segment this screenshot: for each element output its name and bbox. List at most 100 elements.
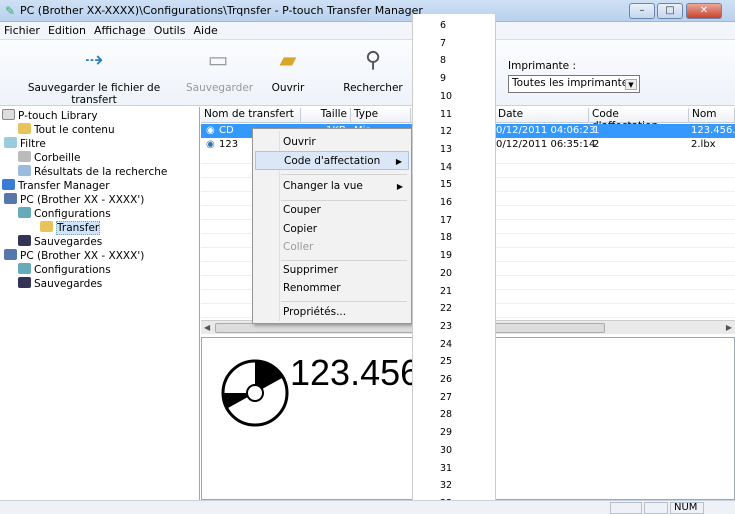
submenu-item-32[interactable]: 32	[440, 480, 452, 494]
menu-edition[interactable]: Edition	[44, 22, 90, 39]
tree-item-trash[interactable]: Corbeille	[18, 151, 80, 166]
open-label: Ouvrir	[271, 82, 305, 94]
save-label: Sauvegarder	[186, 82, 254, 94]
menu-item-rename[interactable]: Renommer	[255, 279, 409, 298]
tree-label: Tout le contenu	[34, 124, 115, 136]
save-transfer-button[interactable]: ⇢ Sauvegarder le fichier de transfert	[4, 46, 184, 106]
tree-item-backups-2[interactable]: Sauvegardes	[18, 277, 102, 292]
submenu-item-7[interactable]: 7	[440, 38, 446, 52]
tree-item-configurations-2[interactable]: Configurations	[18, 263, 111, 278]
submenu-item-23[interactable]: 23	[440, 321, 452, 335]
tree-label: PC (Brother XX - XXXX')	[20, 194, 145, 206]
tree-item-transfer[interactable]: Transfer	[40, 221, 101, 236]
minimize-button[interactable]: –	[629, 3, 655, 19]
submenu-item-18[interactable]: 18	[440, 232, 452, 246]
col-name[interactable]: Nom	[689, 108, 735, 122]
submenu-item-16[interactable]: 16	[440, 197, 452, 211]
submenu-item-12[interactable]: 12	[440, 126, 452, 140]
menu-item-open[interactable]: Ouvrir	[255, 133, 409, 152]
menu-item-copy[interactable]: Copier	[255, 220, 409, 239]
menu-item-label: Code d'affectation	[284, 155, 381, 167]
status-num: NUM	[670, 502, 704, 514]
search-icon: ⚲	[364, 48, 382, 73]
submenu-item-20[interactable]: 20	[440, 268, 452, 282]
col-transfer-name[interactable]: Nom de transfert	[201, 108, 301, 122]
menu-item-cut[interactable]: Couper	[255, 201, 409, 220]
scroll-left-icon[interactable]: ◀	[204, 321, 210, 334]
submenu-item-25[interactable]: 25	[440, 356, 452, 370]
submenu-item-26[interactable]: 26	[440, 374, 452, 388]
menu-item-assign-code[interactable]: Code d'affectation ▶	[255, 151, 409, 170]
tree-item-all[interactable]: Tout le contenu	[18, 123, 115, 138]
submenu-arrow-icon: ▶	[395, 157, 402, 166]
save-button[interactable]: ▭ Sauvegarder	[186, 46, 254, 94]
submenu-item-8[interactable]: 8	[440, 55, 446, 69]
scroll-thumb[interactable]	[215, 323, 605, 333]
maximize-button[interactable]: □	[657, 3, 683, 19]
printer-select[interactable]: Toutes les imprimantes ▼	[508, 75, 640, 93]
tree-item-search-results[interactable]: Résultats de la recherche	[18, 165, 167, 180]
row-transfer-name: CD	[219, 125, 234, 136]
submenu-item-13[interactable]: 13	[440, 144, 452, 158]
search-button[interactable]: ⚲ Rechercher	[336, 46, 410, 94]
submenu-item-11[interactable]: 11	[440, 109, 452, 123]
menu-fichier[interactable]: Fichier	[0, 22, 44, 39]
tree-item-backups-1[interactable]: Sauvegardes	[18, 235, 102, 250]
menu-bar: Fichier Edition Affichage Outils Aide	[0, 22, 735, 40]
menu-item-delete[interactable]: Supprimer	[255, 261, 409, 280]
submenu-item-14[interactable]: 14	[440, 162, 452, 176]
submenu-item-19[interactable]: 19	[440, 250, 452, 264]
printer-value: Toutes les imprimantes	[512, 77, 634, 89]
col-type[interactable]: Type	[351, 108, 411, 122]
col-assign-code[interactable]: Code d'affectation	[589, 108, 689, 132]
submenu-item-15[interactable]: 15	[440, 179, 452, 193]
col-date[interactable]: Date	[495, 108, 589, 122]
tree-item-ptouch-library[interactable]: P-touch Library	[2, 109, 98, 124]
filter-icon	[4, 137, 17, 148]
menu-item-properties[interactable]: Propriétés...	[255, 303, 409, 322]
scroll-right-icon[interactable]: ▶	[726, 321, 732, 334]
row-icon: ◉	[206, 125, 215, 136]
submenu-item-10[interactable]: 10	[440, 91, 452, 105]
row-file-name: 123.456.	[691, 125, 735, 136]
menu-outils[interactable]: Outils	[150, 22, 190, 39]
open-button[interactable]: ▰ Ouvrir	[256, 46, 320, 94]
submenu-arrow-icon: ▶	[396, 182, 403, 191]
cd-icon	[221, 359, 289, 427]
close-button[interactable]: ✕	[686, 3, 722, 19]
submenu-item-17[interactable]: 17	[440, 215, 452, 229]
printer-icon	[4, 193, 17, 204]
tree-label: Corbeille	[34, 152, 81, 164]
backup-icon	[18, 277, 31, 288]
submenu-item-27[interactable]: 27	[440, 392, 452, 406]
submenu-item-30[interactable]: 30	[440, 445, 452, 459]
submenu-item-28[interactable]: 28	[440, 409, 452, 423]
app-icon: ✎	[5, 4, 16, 18]
tree-item-configurations-1[interactable]: Configurations	[18, 207, 111, 222]
tree-item-filter[interactable]: Filtre	[4, 137, 46, 152]
status-cell	[610, 502, 642, 514]
submenu-item-21[interactable]: 21	[440, 286, 452, 300]
tree-item-pc-2[interactable]: PC (Brother XX - XXXX')	[4, 249, 144, 264]
menu-item-change-view[interactable]: Changer la vue ▶	[255, 177, 409, 196]
tree-item-pc-1[interactable]: PC (Brother XX - XXXX')	[4, 193, 144, 208]
folder-icon	[40, 221, 53, 232]
save-transfer-label: Sauvegarder le fichier de transfert	[27, 82, 161, 106]
tree-label: Sauvegardes	[34, 278, 103, 290]
submenu-item-29[interactable]: 29	[440, 427, 452, 441]
row-icon: ◉	[206, 139, 215, 150]
submenu-item-22[interactable]: 22	[440, 303, 452, 317]
save-transfer-icon: ⇢	[84, 48, 104, 73]
col-size[interactable]: Taille	[301, 108, 351, 122]
menu-item-paste[interactable]: Coller	[255, 238, 409, 257]
menu-separator	[281, 301, 407, 302]
submenu-item-31[interactable]: 31	[440, 463, 452, 477]
menu-affichage[interactable]: Affichage	[90, 22, 150, 39]
tree-label: PC (Brother XX - XXXX')	[20, 250, 145, 262]
menu-aide[interactable]: Aide	[189, 22, 221, 39]
toolbar: ⇢ Sauvegarder le fichier de transfert ▭ Sa…	[0, 40, 735, 106]
tree-item-transfer-manager[interactable]: Transfer Manager	[2, 179, 110, 194]
submenu-item-6[interactable]: 6	[440, 20, 446, 34]
submenu-item-24[interactable]: 24	[440, 339, 452, 353]
submenu-item-9[interactable]: 9	[440, 73, 446, 87]
